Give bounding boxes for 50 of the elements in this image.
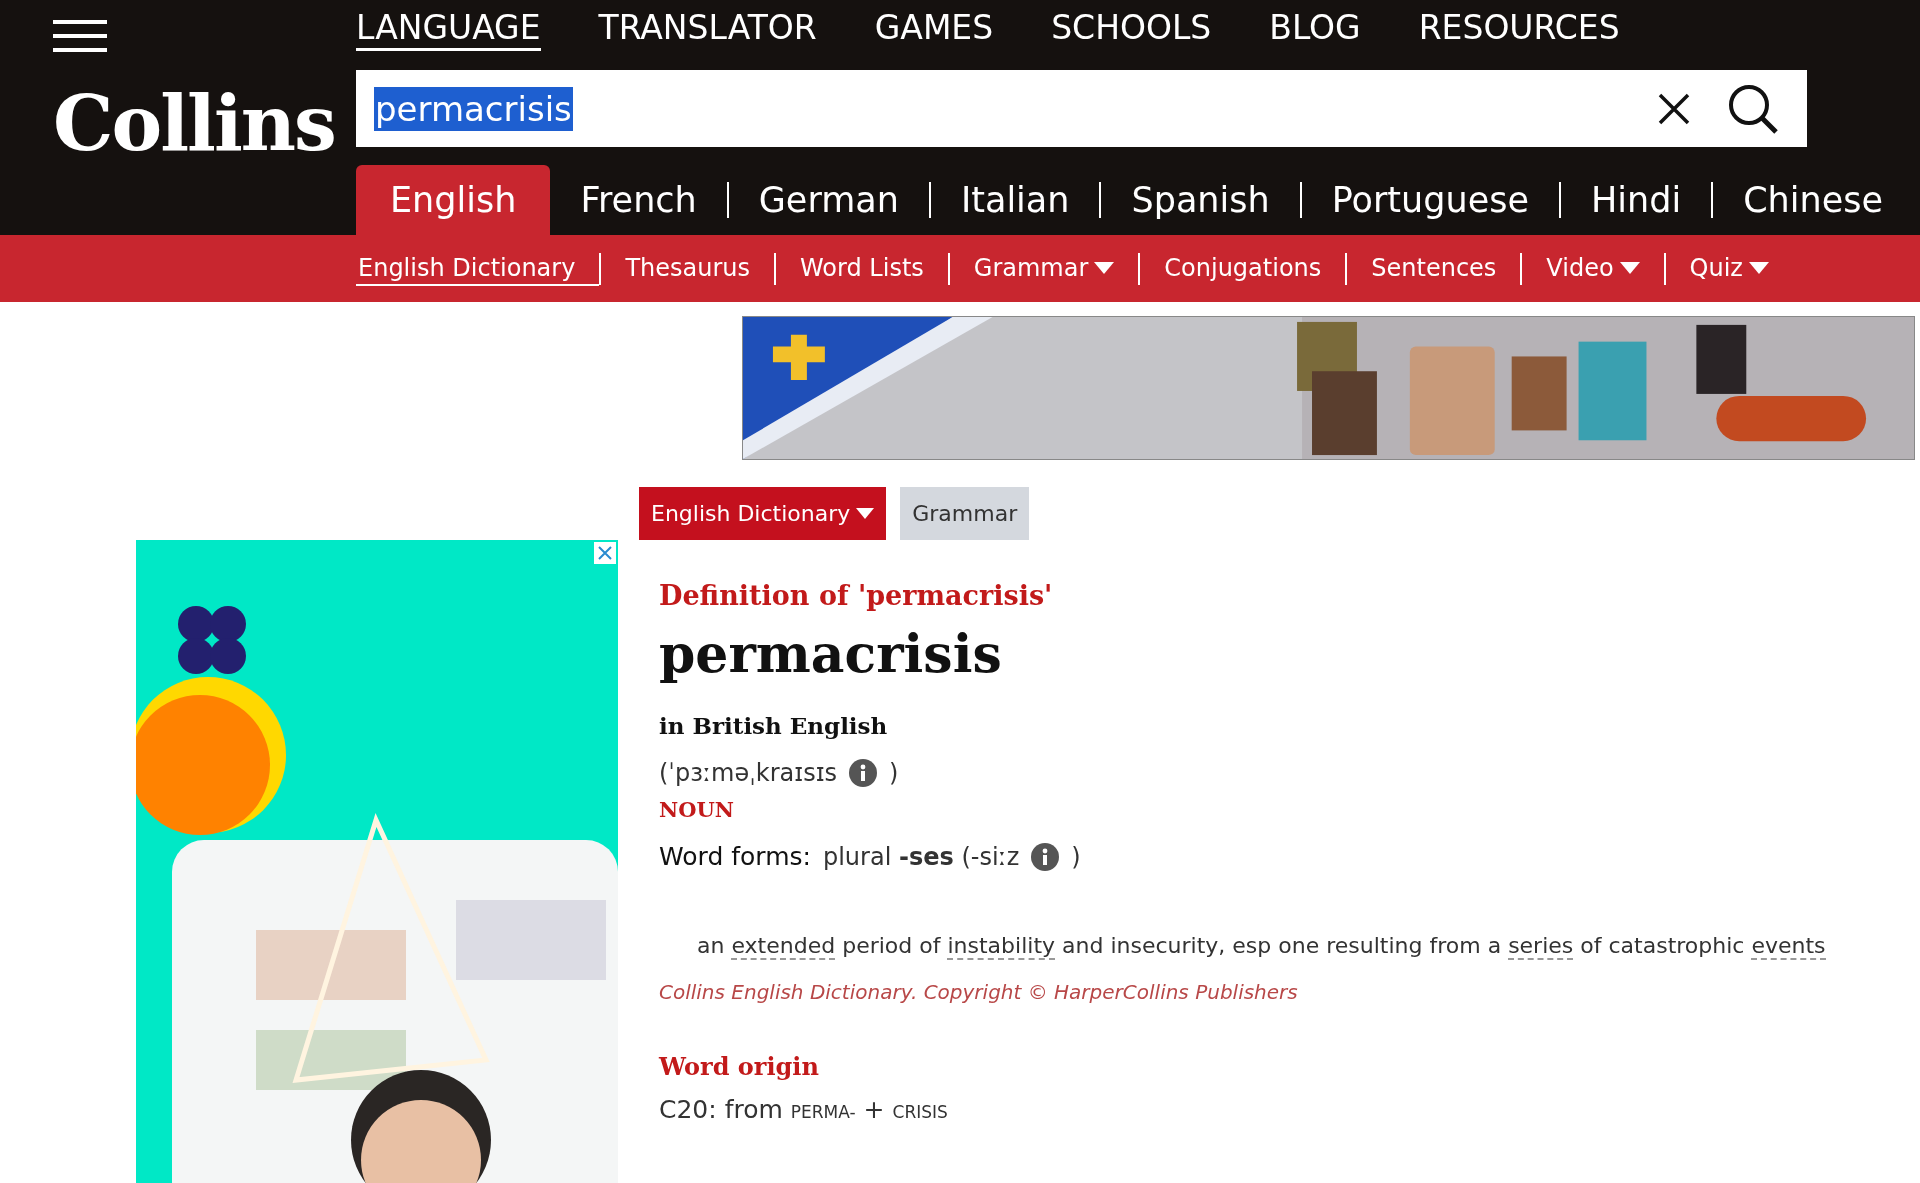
language-tab[interactable]: Spanish [1101,165,1300,235]
search-icon[interactable] [1727,82,1779,135]
pronunciation: (ˈpɜːməˌkraɪsɪs [659,759,838,787]
sub-nav-link[interactable]: Conjugations [1140,251,1346,286]
word-link[interactable]: events [1751,933,1826,960]
word-origin-text: C20: from PERMA- + CRISIS [659,1095,949,1124]
bracket: ) [889,759,899,787]
language-tab[interactable]: Portuguese [1301,165,1559,235]
top-nav-link[interactable]: LANGUAGE [356,8,541,51]
dictionary-tab[interactable]: English Dictionary [639,487,887,540]
sub-nav-link[interactable]: Quiz [1665,251,1793,286]
variety-label: in British English [659,712,889,739]
language-tab[interactable]: Hindi [1561,165,1712,235]
language-tab[interactable]: German [728,165,929,235]
language-tab[interactable]: Italian [930,165,1100,235]
top-nav-link[interactable]: SCHOOLS [1051,8,1212,51]
word-link[interactable]: series [1508,933,1574,960]
word-link[interactable]: instability [947,933,1056,960]
dictionary-tab[interactable]: Grammar [900,487,1030,540]
cross-reference-link[interactable]: CRISIS [892,1102,948,1122]
info-icon[interactable] [1031,842,1060,871]
search-field[interactable]: permacrisis [356,70,1807,147]
sub-nav-link[interactable]: Word Lists [776,251,948,286]
close-icon[interactable] [594,542,616,564]
headword: permacrisis [659,623,1003,684]
sub-nav-link[interactable]: Video [1522,251,1664,286]
language-tab[interactable]: French [550,165,727,235]
clear-icon[interactable] [1657,91,1691,126]
sub-nav-link[interactable]: Thesaurus [601,251,775,286]
info-icon[interactable] [849,759,878,787]
word-forms-label: Word forms: [659,842,811,871]
top-nav-link[interactable]: RESOURCES [1418,8,1620,51]
collins-logo[interactable]: Collins [53,86,335,162]
word-forms: plural -ses (-siːz [822,842,1020,871]
definition-heading: Definition of 'permacrisis' [659,580,1054,611]
word-origin-heading: Word origin [659,1052,820,1081]
word-link[interactable]: extended [731,933,836,960]
top-nav-link[interactable]: GAMES [874,8,994,51]
language-tab[interactable]: Chinese [1713,165,1913,235]
copyright-note: Collins English Dictionary. Copyright © HarperCollins Publishers [659,980,1299,1004]
menu-icon[interactable] [53,20,107,52]
part-of-speech: NOUN [659,797,735,822]
top-nav-link[interactable]: BLOG [1269,8,1361,51]
sub-nav-link[interactable]: Grammar [949,251,1139,286]
definition-text: an extended period of instability and insecurity, esp one resulting from a series of catastrophic events [697,933,1827,958]
cross-reference-link[interactable]: PERMA- [790,1102,856,1122]
top-nav-link[interactable]: TRANSLATOR [598,8,817,51]
bracket: ) [1071,842,1081,871]
sub-nav-link[interactable]: Sentences [1347,251,1521,286]
language-tab[interactable]: English [356,165,551,235]
